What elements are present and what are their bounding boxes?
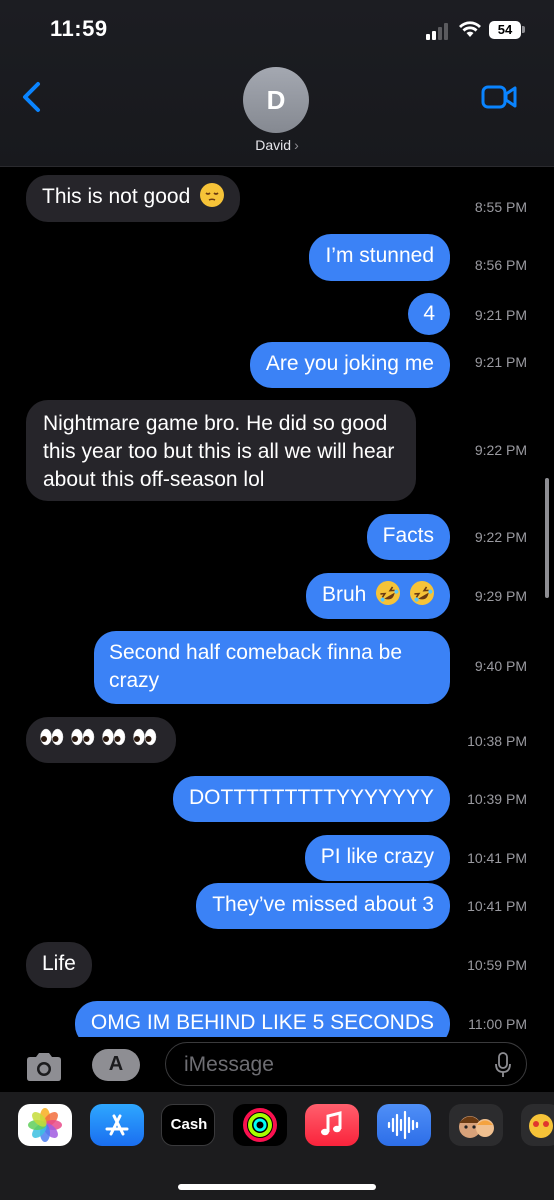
message-text: Life [42, 952, 76, 975]
contact-avatar[interactable]: D [243, 67, 309, 133]
message-timestamp: 9:21 PM [474, 354, 527, 370]
pensive-face-emoji-icon [200, 183, 225, 207]
app-store-icon: A [108, 1053, 124, 1075]
message-text: Nightmare game bro. He did so good this … [43, 412, 395, 491]
message-row: They’ve missed about 3 10:41 PM [0, 883, 554, 931]
status-bar: 11:59 54 [0, 0, 554, 60]
message-text: They’ve missed about 3 [212, 893, 434, 916]
scroll-indicator[interactable] [545, 478, 549, 598]
message-timestamp: 9:29 PM [474, 588, 527, 604]
message-text: PI like crazy [320, 845, 434, 868]
incoming-message-bubble[interactable]: Nightmare game bro. He did so good this … [26, 400, 416, 501]
outgoing-message-bubble[interactable]: Second half comeback finna be crazy [94, 631, 450, 704]
message-text: I’m stunned [325, 244, 434, 267]
incoming-message-bubble[interactable] [26, 717, 176, 763]
message-row: Life 10:59 PM [0, 942, 554, 990]
battery-icon: 54 [489, 21, 521, 39]
outgoing-message-bubble[interactable]: PI like crazy [304, 835, 450, 881]
apple-cash-app-icon[interactable]: Cash [161, 1104, 215, 1146]
outgoing-message-bubble[interactable]: Are you joking me [249, 342, 450, 388]
message-timestamp: 9:22 PM [474, 529, 527, 545]
wifi-icon [459, 21, 481, 37]
music-app-icon[interactable] [305, 1104, 359, 1146]
message-timestamp: 9:40 PM [474, 658, 527, 674]
outgoing-message-bubble[interactable]: DOTTTTTTTTTYYYYYYY [173, 776, 450, 822]
message-text: Are you joking me [265, 352, 434, 375]
app-store-drawer-button[interactable]: A [92, 1049, 140, 1081]
message-row: PI like crazy 10:41 PM [0, 835, 554, 883]
incoming-message-bubble[interactable]: This is not good [26, 175, 241, 222]
outgoing-message-bubble[interactable]: OMG IM BEHIND LIKE 5 SECONDS [74, 1001, 450, 1037]
outgoing-message-bubble[interactable]: I’m stunned [309, 234, 450, 281]
cellular-signal-icon [426, 22, 452, 40]
app-store-app-icon[interactable] [90, 1104, 144, 1146]
battery-tip [522, 26, 525, 33]
eyes-emoji-icon [40, 728, 157, 746]
apple-cash-label: Cash [170, 1116, 208, 1133]
audio-message-app-icon[interactable] [377, 1104, 431, 1146]
message-timestamp: 10:38 PM [467, 733, 527, 749]
message-timestamp: 10:59 PM [467, 957, 527, 973]
outgoing-message-bubble[interactable]: Bruh [305, 573, 450, 619]
camera-icon[interactable] [24, 1051, 64, 1083]
message-input[interactable] [182, 1049, 486, 1081]
message-text: OMG IM BEHIND LIKE 5 SECONDS [90, 1011, 434, 1034]
microphone-icon[interactable] [494, 1052, 512, 1078]
back-chevron-icon[interactable] [18, 80, 48, 114]
rolling-on-floor-laughing-emoji-icon [405, 576, 439, 610]
message-text: DOTTTTTTTTTYYYYYYY [189, 786, 434, 809]
incoming-message-bubble[interactable]: Life [26, 942, 92, 988]
message-row: This is not good 8:55 PM [0, 175, 554, 223]
message-list[interactable]: This is not good 8:55 PM I’m stunned 8:5… [0, 167, 554, 1037]
message-timestamp: 9:21 PM [474, 307, 527, 323]
message-text: 4 [423, 302, 435, 325]
photos-app-icon[interactable] [18, 1104, 72, 1146]
memoji-stickers-app-icon[interactable] [521, 1104, 554, 1146]
home-indicator[interactable] [178, 1184, 376, 1190]
conversation-header: 11:59 54 D David › [0, 0, 554, 167]
message-input-field[interactable] [165, 1042, 527, 1086]
message-row: Bruh 9:29 PM [0, 573, 554, 621]
message-row: Facts 9:22 PM [0, 514, 554, 562]
outgoing-message-bubble[interactable]: They’ve missed about 3 [196, 883, 450, 929]
rolling-on-floor-laughing-emoji-icon [371, 576, 405, 610]
message-text: Facts [382, 524, 434, 547]
message-row: Are you joking me 9:21 PM [0, 342, 554, 390]
memoji-app-icon[interactable] [449, 1104, 503, 1146]
message-row: DOTTTTTTTTTYYYYYYY 10:39 PM [0, 776, 554, 824]
message-text: This is not good [42, 185, 191, 208]
message-row: 10:38 PM [0, 717, 554, 765]
message-row: I’m stunned 8:56 PM [0, 234, 554, 282]
compose-bar: A [0, 1037, 554, 1092]
message-row: Nightmare game bro. He did so good this … [0, 400, 554, 502]
status-time: 11:59 [50, 16, 108, 41]
message-timestamp: 11:00 PM [468, 1016, 527, 1032]
activity-app-icon[interactable] [233, 1104, 287, 1146]
message-timestamp: 9:22 PM [474, 442, 527, 458]
outgoing-message-bubble[interactable]: Facts [366, 514, 450, 560]
message-timestamp: 8:55 PM [474, 199, 527, 215]
contact-name-button[interactable]: David › [0, 137, 554, 153]
message-row: 4 9:21 PM [0, 293, 554, 337]
message-timestamp: 8:56 PM [474, 257, 527, 273]
facetime-video-icon[interactable] [481, 84, 517, 110]
message-row: OMG IM BEHIND LIKE 5 SECONDS 11:00 PM [0, 1001, 554, 1037]
outgoing-message-bubble[interactable]: 4 [408, 293, 450, 335]
contact-name: David [255, 137, 292, 153]
message-text: Second half comeback finna be crazy [109, 641, 403, 692]
message-timestamp: 10:41 PM [467, 898, 527, 914]
message-text: Bruh [321, 583, 367, 606]
message-timestamp: 10:41 PM [467, 850, 527, 866]
message-timestamp: 10:39 PM [467, 791, 527, 807]
chevron-right-icon: › [294, 137, 299, 153]
message-row: Second half comeback finna be crazy 9:40… [0, 631, 554, 705]
